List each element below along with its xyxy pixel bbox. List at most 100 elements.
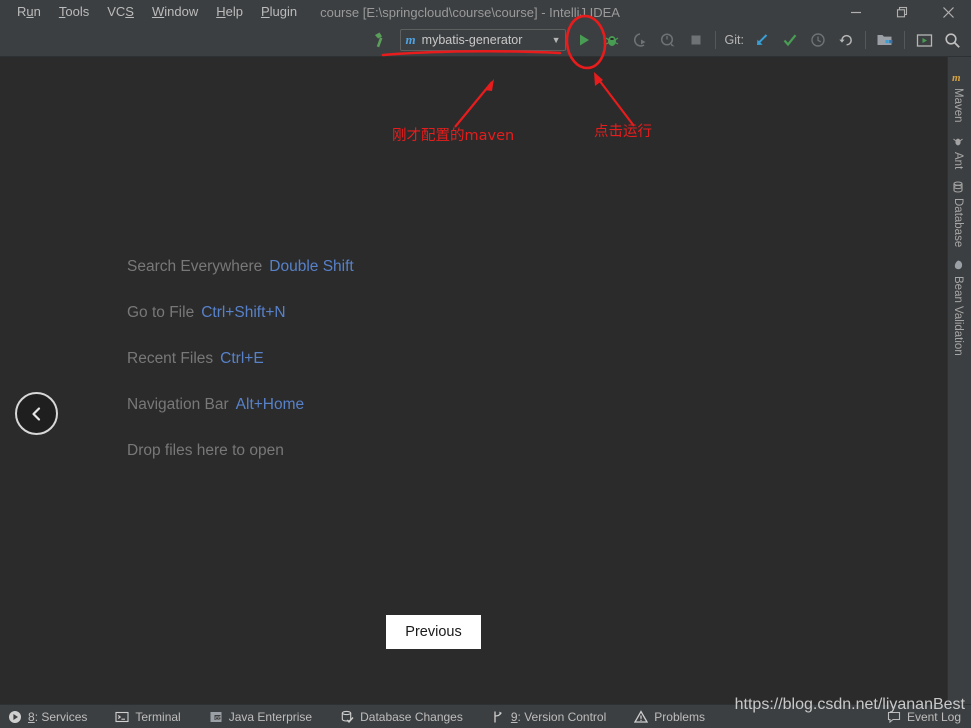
status-item-problems[interactable]: Problems	[634, 710, 705, 724]
right-tool-window-bar: m Maven Ant Database Bean Validation	[947, 57, 971, 704]
problems-icon	[634, 709, 649, 723]
hammer-icon	[374, 32, 382, 48]
status-item-services[interactable]: 8: Services	[8, 710, 87, 724]
status-mnemonic: 8	[28, 709, 35, 724]
title-bar: Run Tools VCS Window Help Plugin course …	[0, 0, 971, 24]
tool-window-label: Ant	[952, 151, 964, 169]
debug-button[interactable]	[599, 28, 625, 52]
chevron-down-icon[interactable]: ▼	[542, 35, 561, 45]
menu-item-plugin[interactable]: Plugin	[252, 2, 306, 22]
menu-item-run[interactable]: Run	[8, 2, 50, 22]
git-commit-button[interactable]	[777, 28, 803, 52]
run-button[interactable]	[571, 28, 597, 52]
status-mnemonic: 9	[510, 709, 518, 724]
restore-icon	[896, 6, 907, 17]
maven-icon: m	[952, 71, 964, 84]
hint-navigation-bar: Navigation Bar Alt+Home	[127, 395, 647, 415]
hint-search-everywhere: Search Everywhere Double Shift	[127, 257, 647, 277]
update-project-icon	[757, 34, 768, 45]
close-icon	[942, 6, 954, 18]
intellij-idea-window: Run Tools VCS Window Help Plugin course …	[0, 0, 971, 728]
tool-window-label: Bean Validation	[952, 276, 964, 356]
profile-icon	[660, 33, 675, 47]
status-item-java-enterprise[interactable]: EE Java Enterprise	[209, 710, 312, 724]
annotation-text-maven: 刚才配置的maven	[392, 128, 515, 144]
debug-icon	[605, 36, 618, 46]
project-structure-button[interactable]	[872, 28, 898, 52]
tool-window-label: Maven	[952, 88, 964, 123]
maven-module-icon: m	[405, 32, 416, 47]
status-label: Java Enterprise	[228, 709, 313, 724]
git-rollback-button[interactable]	[833, 28, 859, 52]
history-icon	[811, 33, 825, 47]
menu-bar: Run Tools VCS Window Help Plugin	[0, 2, 306, 22]
hint-shortcut: Ctrl+Shift+N	[201, 304, 286, 321]
commit-icon	[783, 34, 797, 47]
window-title: course [E:\springcloud\course\course] - …	[320, 4, 620, 20]
hint-shortcut: Double Shift	[269, 258, 354, 275]
hint-action: Navigation Bar	[127, 396, 229, 413]
stop-icon	[691, 35, 701, 45]
run-configuration-name: mybatis-generator	[421, 33, 523, 47]
tool-window-database[interactable]: Database	[948, 175, 968, 253]
tool-window-ant[interactable]: Ant	[948, 129, 968, 175]
project-structure-icon	[877, 35, 893, 45]
hint-recent-files: Recent Files Ctrl+E	[127, 349, 647, 369]
services-icon	[9, 710, 21, 723]
java-enterprise-icon: EE	[210, 711, 222, 722]
tool-window-label: Database	[952, 197, 964, 248]
window-controls	[833, 0, 971, 24]
status-item-database-changes[interactable]: Database Changes	[340, 710, 463, 724]
profile-button[interactable]	[655, 28, 681, 52]
run-icon	[579, 34, 589, 46]
toolbar-separator-2	[865, 31, 866, 49]
tool-window-bean-validation[interactable]: Bean Validation	[948, 253, 968, 362]
run-anything-button[interactable]	[911, 28, 937, 52]
annotation-text-run: 点击运行	[594, 124, 652, 140]
chevron-left-icon	[31, 406, 40, 421]
version-control-icon	[494, 711, 502, 722]
hint-shortcut: Alt+Home	[235, 396, 305, 413]
ant-icon	[952, 135, 964, 147]
previous-tooltip: Previous	[386, 615, 481, 649]
status-label: Database Changes	[360, 709, 463, 724]
close-button[interactable]	[925, 0, 971, 24]
toolbar-separator-1	[714, 31, 716, 49]
hint-drop-files: Drop files here to open	[127, 441, 647, 461]
hint-go-to-file: Go to File Ctrl+Shift+N	[127, 303, 647, 323]
git-history-button[interactable]	[805, 28, 831, 52]
menu-item-window[interactable]: Window	[143, 2, 207, 22]
database-changes-icon	[341, 710, 354, 723]
svg-text:EE: EE	[215, 715, 221, 720]
hint-shortcut: Ctrl+E	[220, 350, 264, 367]
menu-item-tools[interactable]: Tools	[50, 2, 98, 22]
build-project-button[interactable]	[367, 28, 393, 52]
run-with-coverage-button[interactable]	[627, 28, 653, 52]
toolbar-separator-3	[904, 31, 905, 49]
restore-button[interactable]	[879, 0, 925, 24]
editor-hints: Search Everywhere Double Shift Go to File…	[127, 257, 647, 487]
status-item-terminal[interactable]: Terminal	[115, 709, 181, 724]
status-label: : Services	[34, 709, 88, 724]
minimize-button[interactable]	[833, 0, 879, 24]
menu-item-help[interactable]: Help	[207, 2, 252, 22]
stop-button[interactable]	[683, 28, 709, 52]
status-label: Terminal	[135, 709, 181, 724]
search-everywhere-button[interactable]	[939, 28, 965, 52]
tool-window-maven[interactable]: m Maven	[948, 65, 968, 129]
terminal-icon	[115, 711, 129, 722]
git-label: Git:	[724, 33, 744, 47]
run-configuration-selector[interactable]: m mybatis-generator ▼	[399, 29, 566, 51]
menu-item-vcs[interactable]: VCS	[98, 2, 143, 22]
svg-text:m: m	[952, 72, 961, 83]
search-everywhere-icon	[944, 32, 960, 48]
status-item-version-control[interactable]: 9: Version Control	[491, 710, 606, 724]
watermark-url: https://blog.csdn.net/liyananBest	[734, 696, 965, 713]
bean-validation-icon	[952, 259, 964, 271]
git-update-project-button[interactable]	[749, 28, 775, 52]
hint-action: Recent Files	[127, 350, 214, 367]
run-anything-icon	[916, 33, 932, 47]
rollback-icon	[839, 34, 852, 46]
empty-editor-area[interactable]: Search Everywhere Double Shift Go to File…	[0, 57, 947, 704]
collapse-sidebar-button[interactable]	[15, 392, 58, 435]
